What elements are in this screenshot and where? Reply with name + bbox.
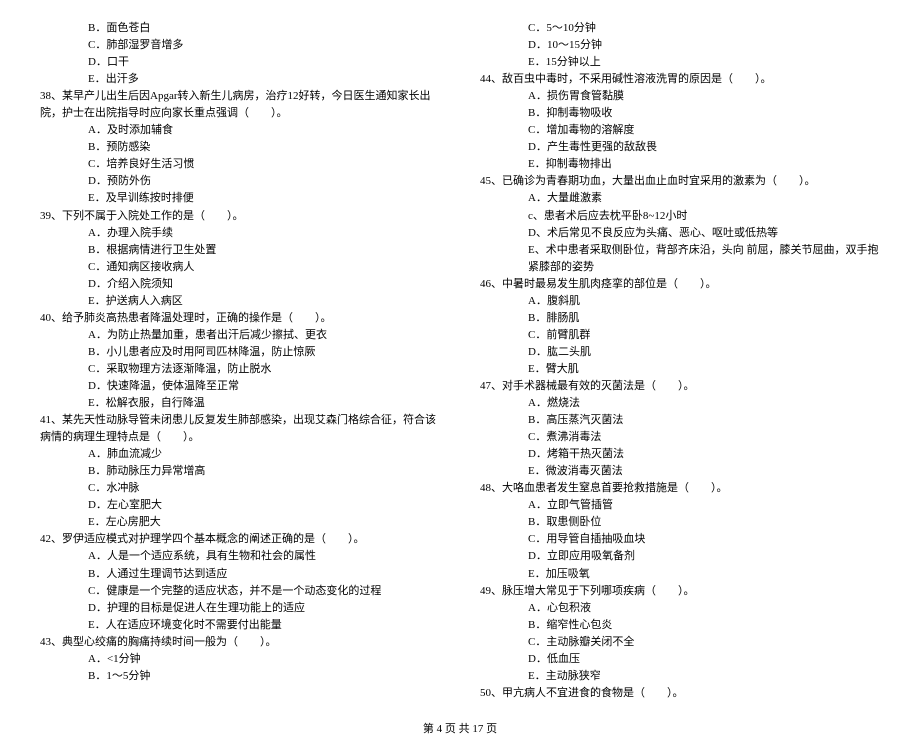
question-40: 40、给予肺炎高热患者降温处理时，正确的操作是（ ）。 — [40, 310, 440, 327]
opt-text: D．护理的目标是促进人在生理功能上的适应 — [40, 600, 440, 617]
opt-text: B．腓肠肌 — [480, 310, 880, 327]
opt-text: E．臂大肌 — [480, 361, 880, 378]
opt-text: D．快速降温，使体温降至正常 — [40, 378, 440, 395]
page-footer: 第 4 页 共 17 页 — [40, 720, 880, 736]
question-49: 49、脉压增大常见于下列哪项疾病（ ）。 — [480, 583, 880, 600]
question-41: 41、某先天性动脉导管未闭患儿反复发生肺部感染，出现艾森门格综合征，符合该病情的… — [40, 412, 440, 446]
opt-text: E．左心房肥大 — [40, 514, 440, 531]
opt-text: C．煮沸消毒法 — [480, 429, 880, 446]
question-48: 48、大咯血患者发生窒息首要抢救措施是（ ）。 — [480, 480, 880, 497]
opt-text: C．健康是一个完整的适应状态，并不是一个动态变化的过程 — [40, 583, 440, 600]
opt-text: C．肺部湿罗音增多 — [40, 37, 440, 54]
opt-text: A．办理入院手续 — [40, 225, 440, 242]
question-47: 47、对手术器械最有效的灭菌法是（ ）。 — [480, 378, 880, 395]
opt-text: B．小儿患者应及时用阿司匹林降温，防止惊厥 — [40, 344, 440, 361]
opt-text: A．及时添加辅食 — [40, 122, 440, 139]
opt-text: E．人在适应环境变化时不需要付出能量 — [40, 617, 440, 634]
opt-text: C．水冲脉 — [40, 480, 440, 497]
opt-text: D．10～15分钟 — [480, 37, 880, 54]
opt-text: C．用导管自插抽吸血块 — [480, 531, 880, 548]
left-column: B．面色苍白 C．肺部湿罗音增多 D．口干 E．出汗多 38、某早产儿出生后因A… — [40, 20, 440, 702]
opt-text: A．肺血流减少 — [40, 446, 440, 463]
right-column: C．5～10分钟 D．10～15分钟 E．15分钟以上 44、敌百虫中毒时，不采… — [480, 20, 880, 702]
opt-text: A．大量雌激素 — [480, 190, 880, 207]
opt-text: A．心包积液 — [480, 600, 880, 617]
opt-text: c、患者术后应去枕平卧8~12小时 — [480, 208, 880, 225]
question-45: 45、已确诊为青春期功血，大量出血止血时宜采用的激素为（ ）。 — [480, 173, 880, 190]
opt-text: C．5～10分钟 — [480, 20, 880, 37]
opt-text: D．烤箱干热灭菌法 — [480, 446, 880, 463]
opt-text: A．损伤胃食管黏膜 — [480, 88, 880, 105]
opt-text: B．肺动脉压力异常增高 — [40, 463, 440, 480]
opt-text: E．抑制毒物排出 — [480, 156, 880, 173]
question-42: 42、罗伊适应模式对护理学四个基本概念的阐述正确的是（ ）。 — [40, 531, 440, 548]
opt-text: D．低血压 — [480, 651, 880, 668]
opt-text: E．及早训练按时排便 — [40, 190, 440, 207]
opt-text: E．15分钟以上 — [480, 54, 880, 71]
opt-text: E．主动脉狭窄 — [480, 668, 880, 685]
opt-text: D．口干 — [40, 54, 440, 71]
opt-text: C．采取物理方法逐渐降温，防止脱水 — [40, 361, 440, 378]
opt-text: A．为防止热量加重，患者出汗后减少擦拭、更衣 — [40, 327, 440, 344]
opt-text: B．根据病情进行卫生处置 — [40, 242, 440, 259]
opt-text: C．主动脉瓣关闭不全 — [480, 634, 880, 651]
opt-text: A．<1分钟 — [40, 651, 440, 668]
opt-text: E．松解衣服，自行降温 — [40, 395, 440, 412]
opt-text: A．立即气管插管 — [480, 497, 880, 514]
opt-text: C．增加毒物的溶解度 — [480, 122, 880, 139]
opt-text: B．取患侧卧位 — [480, 514, 880, 531]
opt-text: E．加压吸氧 — [480, 566, 880, 583]
opt-text: D．介绍入院须知 — [40, 276, 440, 293]
opt-text: B．面色苍白 — [40, 20, 440, 37]
question-50: 50、甲亢病人不宜进食的食物是（ ）。 — [480, 685, 880, 702]
opt-text: B．抑制毒物吸收 — [480, 105, 880, 122]
opt-text: D、术后常见不良反应为头痛、恶心、呕吐或低热等 — [480, 225, 880, 242]
question-43: 43、典型心绞痛的胸痛持续时间一般为（ ）。 — [40, 634, 440, 651]
opt-text: D．产生毒性更强的敌敌畏 — [480, 139, 880, 156]
opt-text: A．人是一个适应系统，具有生物和社会的属性 — [40, 548, 440, 565]
opt-text: B．缩窄性心包炎 — [480, 617, 880, 634]
opt-text: D．预防外伤 — [40, 173, 440, 190]
opt-text: E、术中患者采取侧卧位，背部齐床沿，头向 前屈，膝关节屈曲，双手抱紧膝部的姿势 — [480, 242, 880, 276]
opt-text: C．培养良好生活习惯 — [40, 156, 440, 173]
opt-text: D．左心室肥大 — [40, 497, 440, 514]
opt-text: E．出汗多 — [40, 71, 440, 88]
content-columns: B．面色苍白 C．肺部湿罗音增多 D．口干 E．出汗多 38、某早产儿出生后因A… — [40, 20, 880, 702]
question-44: 44、敌百虫中毒时，不采用碱性溶液洗胃的原因是（ ）。 — [480, 71, 880, 88]
opt-text: B．1～5分钟 — [40, 668, 440, 685]
opt-text: D．肱二头肌 — [480, 344, 880, 361]
opt-text: A．腹斜肌 — [480, 293, 880, 310]
opt-text: B．高压蒸汽灭菌法 — [480, 412, 880, 429]
opt-text: E．护送病人入病区 — [40, 293, 440, 310]
opt-text: B．预防感染 — [40, 139, 440, 156]
opt-text: E．微波消毒灭菌法 — [480, 463, 880, 480]
opt-text: C．前臂肌群 — [480, 327, 880, 344]
question-38: 38、某早产儿出生后因Apgar转入新生儿病房，治疗12好转，今日医生通知家长出… — [40, 88, 440, 122]
opt-text: A．燃烧法 — [480, 395, 880, 412]
opt-text: B．人通过生理调节达到适应 — [40, 566, 440, 583]
question-39: 39、下列不属于入院处工作的是（ ）。 — [40, 208, 440, 225]
question-46: 46、中暑时最易发生肌肉痉挛的部位是（ ）。 — [480, 276, 880, 293]
opt-text: C．通知病区接收病人 — [40, 259, 440, 276]
opt-text: D．立即应用吸氧备剂 — [480, 548, 880, 565]
